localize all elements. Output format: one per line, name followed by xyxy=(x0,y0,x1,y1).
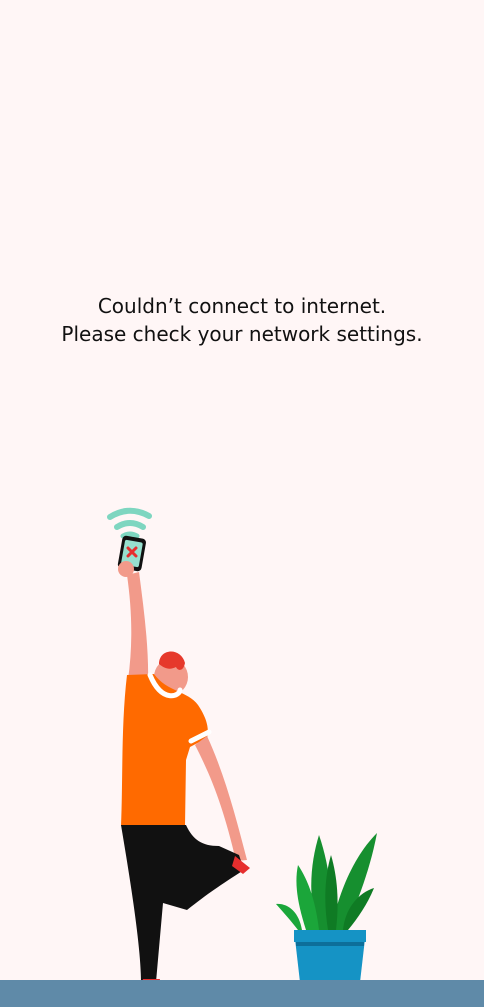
person-illustration xyxy=(118,561,250,991)
floor-bar xyxy=(0,980,484,1007)
no-connection-illustration xyxy=(107,507,377,991)
no-internet-screen: Couldn’t connect to internet. Please che… xyxy=(0,0,484,1007)
plant-pot-illustration xyxy=(276,833,377,991)
wifi-signal-icon xyxy=(107,507,152,539)
